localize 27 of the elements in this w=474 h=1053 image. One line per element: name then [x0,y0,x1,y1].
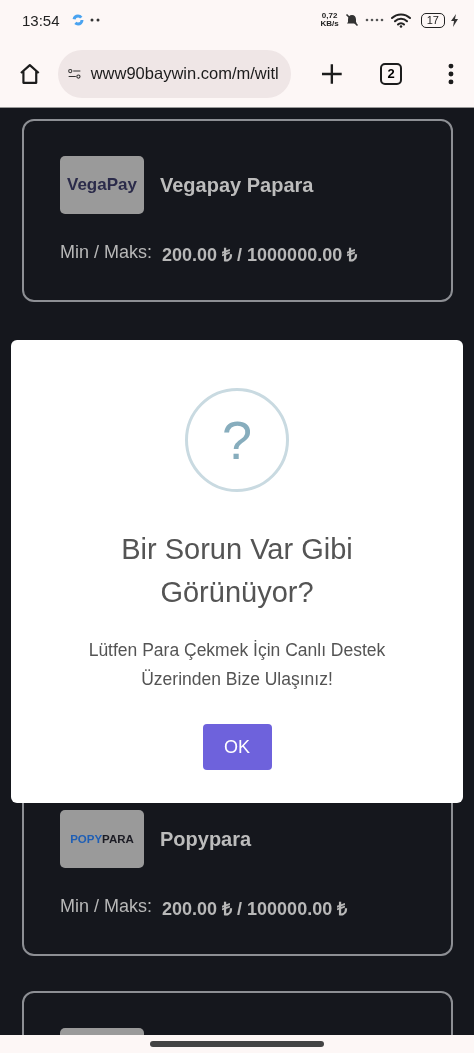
dialog-message: Lütfen Para Çekmek İçin Canlı Destek Üzerinden Bize Ulaşınız! [87,639,387,691]
dialog-title: Bir Sorun Var Gibi Görünüyor? [120,532,354,610]
more-notifications-icon [89,18,100,22]
signal-icon [364,18,385,22]
status-time: 13:54 [22,11,60,29]
app-icon [71,14,84,26]
tab-switcher-button[interactable]: 2 [380,62,403,85]
charging-icon [451,13,458,27]
payment-name: Vegapay Papara [160,173,314,197]
new-tab-icon[interactable] [320,62,343,85]
battery-indicator: 17 [420,12,445,28]
payment-name: Popypara [160,827,252,851]
address-bar[interactable]: www90baywin.com/m/witl [57,49,291,98]
home-icon[interactable] [18,61,42,86]
ok-button[interactable]: OK [202,724,272,770]
network-speed: 0,72 KB/s [320,12,339,28]
question-icon: ? [185,388,289,492]
limit-amount: 200.00 ₺ / 1000000.00 ₺ [162,244,358,266]
mute-icon [344,13,359,27]
menu-icon[interactable] [448,62,454,85]
limit-label: Min / Maks: [60,242,152,264]
wifi-icon [390,12,411,28]
payment-logo: VegaPay [60,156,144,214]
payment-card[interactable]: VegaPay Vegapay Papara Min / Maks: 200.00 ₺ / 1000000.00 ₺ [22,119,453,302]
payment-logo: POPYPARA [60,810,144,868]
limit-amount: 200.00 ₺ / 100000.00 ₺ [162,898,348,920]
limit-label: Min / Maks: [60,896,152,918]
